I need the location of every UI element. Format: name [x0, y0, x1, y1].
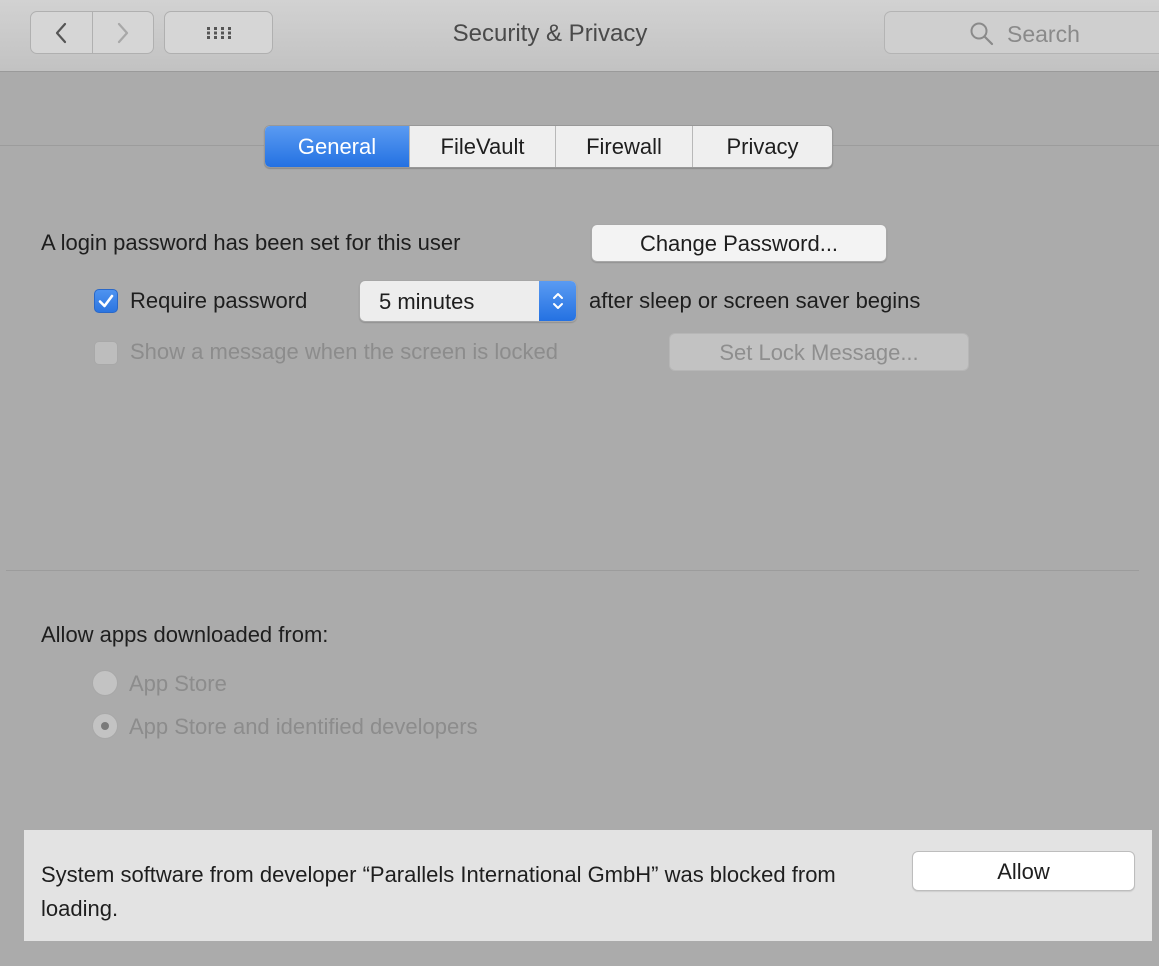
require-password-suffix: after sleep or screen saver begins: [589, 288, 921, 313]
radio-app-store-label: App Store: [129, 671, 227, 696]
stepper-arrows-icon: [539, 281, 576, 321]
search-placeholder: Search: [1007, 21, 1080, 47]
tab-general[interactable]: General: [265, 126, 409, 167]
forward-button[interactable]: [91, 12, 154, 53]
titlebar: Security & Privacy Search: [0, 0, 1159, 72]
set-lock-message-button[interactable]: Set Lock Message...: [669, 333, 969, 371]
checkmark-icon: [98, 294, 114, 308]
blocked-software-notice: System software from developer “Parallel…: [24, 830, 1152, 941]
show-all-button[interactable]: [164, 11, 273, 54]
tab-privacy[interactable]: Privacy: [692, 126, 832, 167]
search-icon: [970, 22, 994, 46]
preferences-content: General FileVault Firewall Privacy A log…: [0, 72, 1159, 966]
section-divider: [6, 570, 1139, 571]
chevron-left-icon: [56, 22, 67, 43]
radio-app-store-identified-label: App Store and identified developers: [129, 714, 478, 739]
allow-apps-heading: Allow apps downloaded from:: [41, 622, 329, 647]
show-message-checkbox[interactable]: [94, 341, 118, 365]
chevron-right-icon: [117, 22, 128, 43]
back-button[interactable]: [31, 12, 92, 53]
radio-app-store[interactable]: [92, 670, 118, 696]
tab-filevault[interactable]: FileVault: [409, 126, 555, 167]
window-title: Security & Privacy: [452, 20, 648, 47]
delay-value: 5 minutes: [379, 289, 475, 314]
require-password-delay-select[interactable]: 5 minutes: [359, 280, 577, 322]
require-password-label: Require password: [130, 288, 308, 313]
require-password-checkbox[interactable]: [94, 289, 118, 313]
radio-selected-dot: [101, 722, 109, 730]
radio-app-store-identified[interactable]: [92, 713, 118, 739]
tab-bar: General FileVault Firewall Privacy: [264, 125, 833, 168]
navigation-buttons: [30, 11, 154, 54]
security-privacy-window: Security & Privacy Search General FileVa…: [0, 0, 1159, 966]
notice-message: System software from developer “Parallel…: [41, 862, 836, 921]
change-password-button[interactable]: Change Password...: [591, 224, 887, 262]
tab-firewall[interactable]: Firewall: [555, 126, 692, 167]
search-field[interactable]: Search: [884, 11, 1159, 54]
allow-button[interactable]: Allow: [912, 851, 1135, 891]
show-message-label: Show a message when the screen is locked: [130, 339, 559, 364]
login-password-text: A login password has been set for this u…: [41, 230, 461, 255]
grid-icon: [206, 26, 231, 39]
